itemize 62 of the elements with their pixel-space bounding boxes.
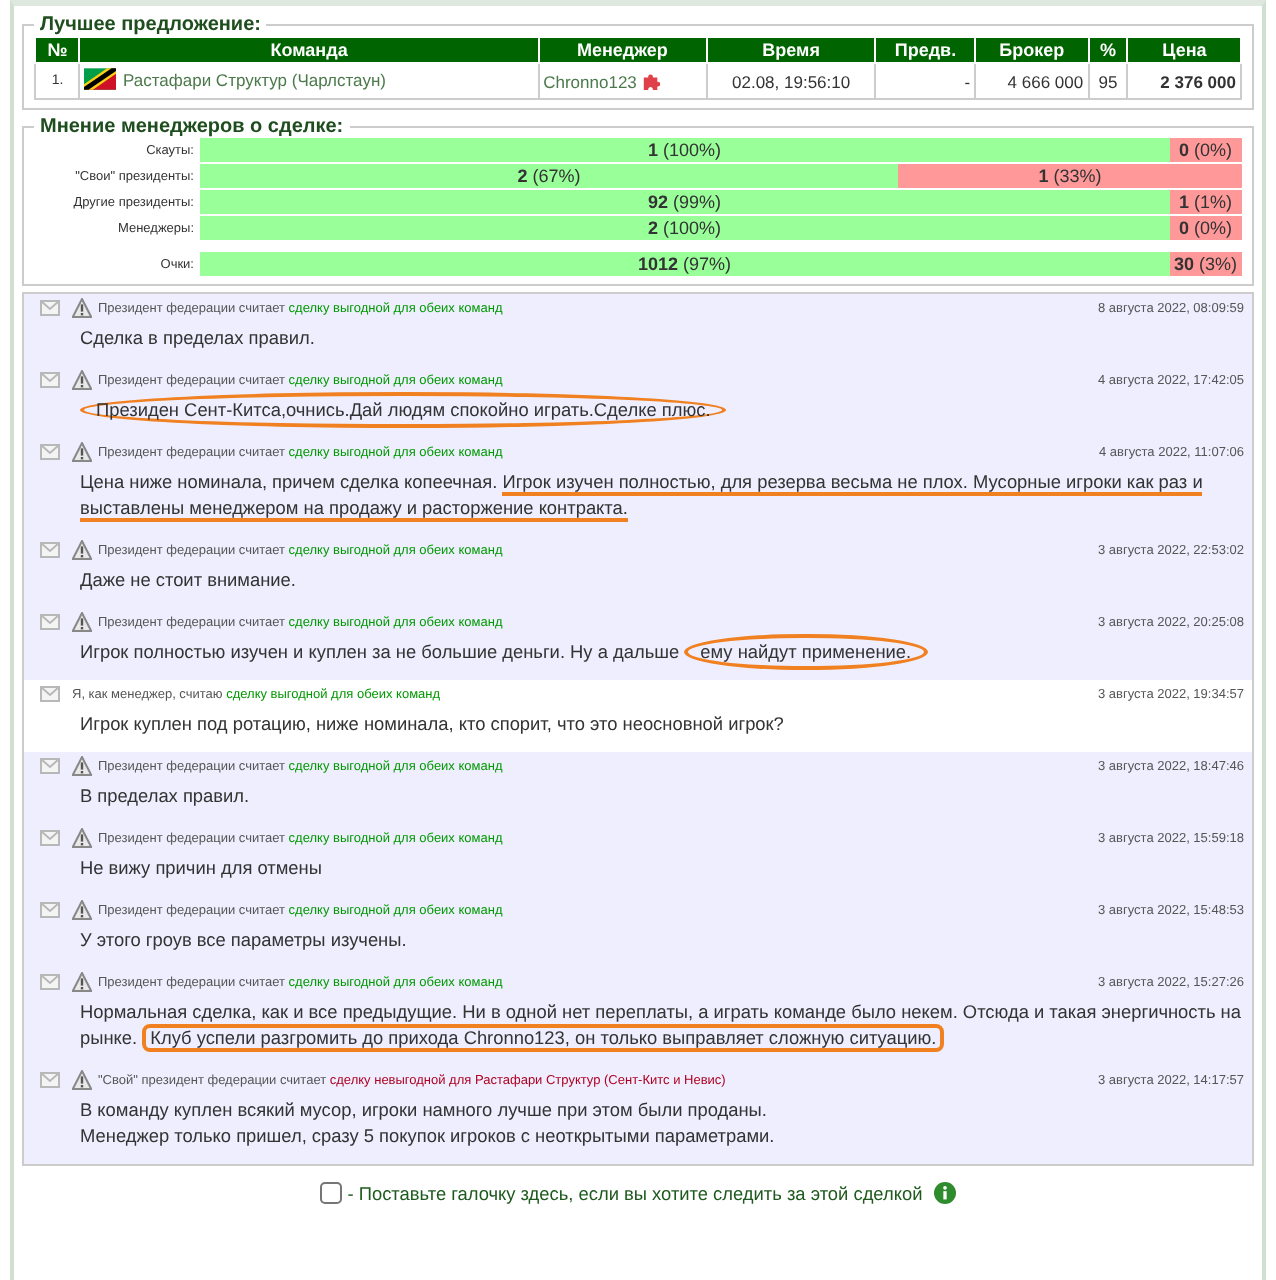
approve-count: 2 (67%) [515,164,583,188]
comment-text: В команду куплен всякий мусор, игроки намного лучше при этом были проданы. [80,1098,769,1124]
warning-icon [72,972,92,992]
envelope-icon[interactable] [40,1072,60,1088]
column-header: % [1088,37,1128,63]
envelope-icon[interactable] [40,372,60,388]
comment-text: Игрок полностью изучен и куплен за не большие деньги. Ну а дальше ему найдут применение. [80,640,1244,666]
approve-count: 92 (99%) [645,190,724,214]
column-header: Предв. [875,37,976,63]
panel-title: Лучшее предложение: [38,14,263,36]
comment-text: Игрок куплен под ротацию, ниже номинала, кто спорит, что это неосновной игрок? [80,712,786,738]
envelope-icon[interactable] [40,758,60,774]
reject-count: 1 (33%) [1036,164,1104,188]
column-header: Менеджер [538,37,707,63]
table-cell: 02.08, 19:56:10 [706,63,876,99]
comment-text: Не вижу причин для отмены [80,856,324,882]
comment-text: Сделка в пределах правил. [80,326,317,352]
info-icon[interactable] [934,1182,957,1204]
comment-text: Нормальная сделка, как и все предыдущие. Ни в одной нет переплаты, а играть команде было некем. Отсюда и такая энергичность на рынке. Клуб успели разгромить до прихода Chronno123, он только выправляет сложную ситуацию. [80,1000,1243,1052]
envelope-icon[interactable] [40,686,60,702]
table-cell: 2 376 000 [1127,63,1241,99]
envelope-icon[interactable] [40,542,60,558]
warning-icon [72,442,92,462]
warning-icon [72,900,92,920]
puzzle-icon [642,72,661,90]
envelope-icon[interactable] [40,300,60,316]
table-cell: 95 [1088,63,1128,99]
comment-text: Цена ниже номинала, причем сделка копеечная. Игрок изучен полностью, для резерва весьма не плох. Мусорные игроки как раз и выставлены менеджером на продажу и расторжение контракта. [80,470,1205,522]
reject-count: 30 (3%) [1171,252,1240,276]
warning-icon [72,298,92,318]
envelope-icon[interactable] [40,974,60,990]
envelope-icon[interactable] [40,444,60,460]
column-header: № [35,37,80,63]
comment-text: У этого гроув все параметры изучены. [80,928,409,954]
column-header: Время [706,37,876,63]
warning-icon [72,540,92,560]
envelope-icon[interactable] [40,902,60,918]
warning-icon [72,612,92,632]
follow-label: - Поставьте галочку здесь, если вы хотите следить за этой сделкой [347,1183,923,1203]
warning-icon [72,756,92,776]
follow-checkbox[interactable] [319,1182,342,1204]
column-header: Брокер [975,37,1089,63]
reject-count: 1 (1%) [1176,190,1235,214]
reject-count: 0 (0%) [1176,138,1235,162]
envelope-icon[interactable] [40,830,60,846]
table-cell: 4 666 000 [975,63,1089,99]
panel-title: Мнение менеджеров о сделке: [38,116,346,138]
approve-count: 2 (100%) [645,216,724,240]
warning-icon [72,828,92,848]
warning-icon [72,370,92,390]
reject-count: 0 (0%) [1176,216,1235,240]
approve-count: 1 (100%) [645,138,724,162]
flag-icon [84,68,117,90]
comment-text: Даже не стоит внимание. [80,568,298,594]
envelope-icon[interactable] [40,614,60,630]
comment-text: В пределах правил. [80,784,252,810]
column-header: Цена [1127,37,1241,63]
column-header: Команда [79,37,539,63]
table-cell: - [875,63,976,99]
approve-count: 1012 (97%) [635,252,734,276]
warning-icon [72,1070,92,1090]
comment-text: Менеджер только пришел, сразу 5 покупок игроков с неоткрытыми параметрами. [80,1124,777,1150]
